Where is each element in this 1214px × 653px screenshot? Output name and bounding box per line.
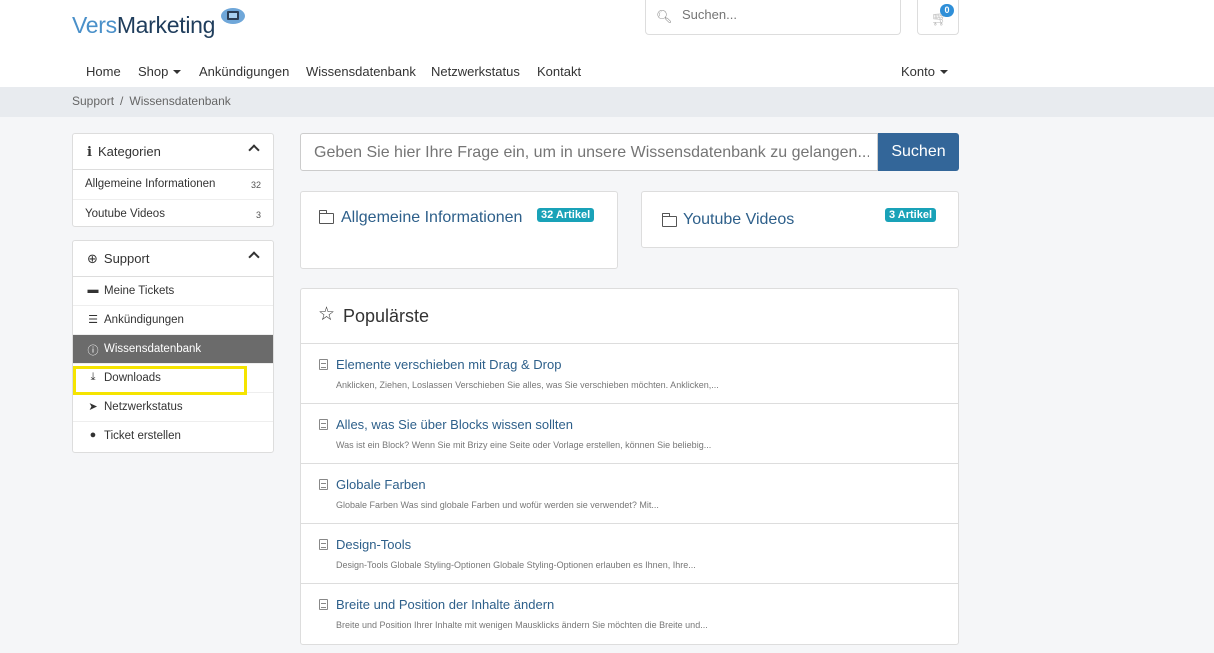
sidebar-item-announcements[interactable]: ☰ Ankündigungen xyxy=(73,306,273,335)
nav-contact[interactable]: Kontakt xyxy=(537,64,581,79)
category-card-general[interactable]: Allgemeine Informationen 32 Artikel xyxy=(300,191,618,269)
star-icon: ☆ xyxy=(318,304,336,325)
popular-articles-panel: ☆ Populärste Elemente verschieben mit Dr… xyxy=(300,288,959,645)
category-label: Allgemeine Informationen xyxy=(85,178,216,190)
article-excerpt: Globale Farben Was sind globale Farben u… xyxy=(336,500,659,510)
sidebar-item-label: Ankündigungen xyxy=(104,314,184,326)
document-icon xyxy=(319,419,328,430)
logo-part1: Vers xyxy=(72,12,117,38)
article-item[interactable]: Breite und Position der Inhalte ändern B… xyxy=(301,584,958,644)
folder-icon xyxy=(661,213,677,227)
support-panel: ⊕ Support ▬ Meine Tickets ☰ Ankündigungen… xyxy=(72,240,274,453)
sidebar-item-create-ticket[interactable]: ● Ticket erstellen xyxy=(73,422,273,451)
article-title[interactable]: Alles, was Sie über Blocks wissen sollte… xyxy=(336,417,573,432)
document-icon xyxy=(319,479,328,490)
breadcrumb: Support / Wissensdatenbank xyxy=(72,94,231,108)
lifering-icon: ⊕ xyxy=(87,251,98,266)
header-search[interactable]: 🔍︎ xyxy=(645,0,901,35)
nav-shop-label: Shop xyxy=(138,64,169,79)
categories-panel-header[interactable]: i Kategorien xyxy=(73,134,273,170)
nav-network-status[interactable]: Netzwerkstatus xyxy=(431,64,520,79)
article-excerpt: Anklicken, Ziehen, Loslassen Verschieben… xyxy=(336,380,719,390)
article-count-badge: 32 Artikel xyxy=(537,208,595,222)
rocket-icon: ➤ xyxy=(88,401,98,413)
cart-count-badge: 0 xyxy=(940,4,954,17)
nav-knowledgebase[interactable]: Wissensdatenbank xyxy=(306,64,416,79)
kb-search-button[interactable]: Suchen xyxy=(878,133,959,171)
sidebar-item-label: Netzwerkstatus xyxy=(104,401,183,413)
category-item-general[interactable]: Allgemeine Informationen 32 xyxy=(73,170,273,200)
popular-header: ☆ Populärste xyxy=(301,289,958,344)
article-excerpt: Was ist ein Block? Wenn Sie mit Brizy ei… xyxy=(336,440,712,450)
chevron-down-icon xyxy=(173,70,182,74)
breadcrumb-current: Wissensdatenbank xyxy=(129,94,231,108)
kb-search-field[interactable] xyxy=(300,133,878,171)
category-card-youtube[interactable]: Youtube Videos 3 Artikel xyxy=(641,191,959,248)
article-count-badge: 3 Artikel xyxy=(885,208,937,222)
article-excerpt: Breite und Position Ihrer Inhalte mit we… xyxy=(336,620,708,630)
header-search-input[interactable] xyxy=(682,7,882,22)
sidebar-item-label: Meine Tickets xyxy=(104,285,175,297)
sidebar-item-knowledgebase[interactable]: ⓘ Wissensdatenbank xyxy=(73,335,273,364)
chevron-down-icon xyxy=(939,70,948,74)
support-title-text: Support xyxy=(103,251,150,266)
document-icon xyxy=(319,599,328,610)
category-label: Youtube Videos xyxy=(85,208,165,220)
category-card-title[interactable]: Allgemeine Informationen xyxy=(341,209,522,227)
category-count: 3 xyxy=(255,210,261,220)
article-title[interactable]: Globale Farben xyxy=(336,477,426,492)
breadcrumb-separator: / xyxy=(120,94,124,108)
main-nav: Home Shop Ankündigungen Wissensdatenbank… xyxy=(0,57,1214,85)
logo[interactable]: VersMarketing xyxy=(72,12,215,39)
support-panel-header[interactable]: ⊕ Support xyxy=(73,241,273,277)
article-title[interactable]: Breite und Position der Inhalte ändern xyxy=(336,597,554,612)
nav-account-label: Konto xyxy=(901,64,935,79)
article-title[interactable]: Design-Tools xyxy=(336,537,411,552)
ticket-icon: ▬ xyxy=(87,284,99,296)
nav-account[interactable]: Konto xyxy=(901,64,948,79)
folder-icon xyxy=(318,210,334,224)
kb-search-input[interactable] xyxy=(314,144,869,162)
comments-icon: ● xyxy=(89,429,97,441)
category-count: 32 xyxy=(250,180,261,190)
categories-title-text: Kategorien xyxy=(97,144,161,159)
categories-title: i Kategorien xyxy=(87,144,161,160)
logo-part2: Marketing xyxy=(116,12,216,38)
document-icon xyxy=(319,539,328,550)
support-title: ⊕ Support xyxy=(87,251,149,267)
categories-panel: i Kategorien Allgemeine Informationen 32 … xyxy=(72,133,274,227)
article-item[interactable]: Elemente verschieben mit Drag & Drop Ank… xyxy=(301,344,958,404)
article-title[interactable]: Elemente verschieben mit Drag & Drop xyxy=(336,357,561,372)
list-icon: ☰ xyxy=(88,314,98,326)
sidebar-item-my-tickets[interactable]: ▬ Meine Tickets xyxy=(73,277,273,306)
cart-button[interactable]: 🛒︎ 0 xyxy=(917,0,959,35)
logo-badge-icon xyxy=(221,8,245,24)
article-excerpt: Design-Tools Globale Styling-Optionen Gl… xyxy=(336,560,696,570)
sidebar-item-network-status[interactable]: ➤ Netzwerkstatus xyxy=(73,393,273,422)
document-icon xyxy=(319,359,328,370)
info-circle-icon: ⓘ xyxy=(87,345,99,357)
sidebar-item-label: Ticket erstellen xyxy=(104,430,181,442)
category-card-title[interactable]: Youtube Videos xyxy=(683,211,794,229)
article-item[interactable]: Design-Tools Design-Tools Globale Stylin… xyxy=(301,524,958,584)
nav-announcements[interactable]: Ankündigungen xyxy=(199,64,289,79)
nav-shop[interactable]: Shop xyxy=(138,64,182,79)
chevron-up-icon[interactable] xyxy=(248,251,260,263)
chevron-up-icon[interactable] xyxy=(248,144,260,156)
search-icon: 🔍︎ xyxy=(656,9,673,24)
breadcrumb-bar: Support / Wissensdatenbank xyxy=(0,87,1214,117)
article-item[interactable]: Globale Farben Globale Farben Was sind g… xyxy=(301,464,958,524)
breadcrumb-support[interactable]: Support xyxy=(72,94,114,108)
category-item-youtube[interactable]: Youtube Videos 3 xyxy=(73,200,273,230)
downloads-highlight-box xyxy=(73,366,247,395)
sidebar-item-label: Wissensdatenbank xyxy=(104,343,202,355)
info-icon: i xyxy=(87,145,92,160)
popular-title: Populärste xyxy=(343,306,430,326)
header: VersMarketing 🔍︎ 🛒︎ 0 xyxy=(0,0,1214,50)
article-item[interactable]: Alles, was Sie über Blocks wissen sollte… xyxy=(301,404,958,464)
nav-home[interactable]: Home xyxy=(86,64,121,79)
